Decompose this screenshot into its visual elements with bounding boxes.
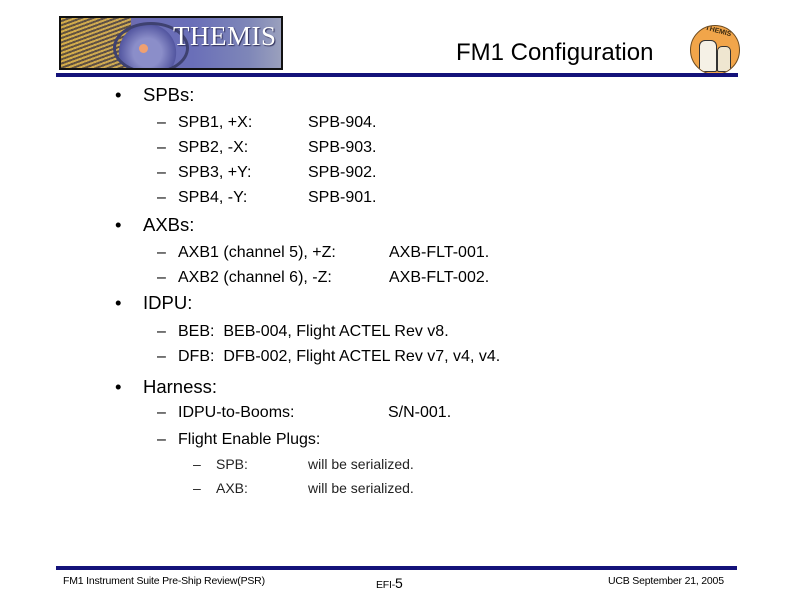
footer-date: UCB September 21, 2005 [608, 575, 724, 587]
mascot-figure-icon [699, 40, 717, 72]
section-heading-harness: Harness: [143, 376, 218, 397]
footer-divider [56, 566, 737, 570]
dash-icon: – [157, 189, 166, 206]
dash-icon: – [157, 431, 166, 448]
axb-item-value: AXB-FLT-002. [389, 269, 490, 286]
page-prefix: EFI- [376, 579, 396, 591]
plug-item-value: will be serialized. [308, 456, 414, 472]
harness-item-value: S/N-001. [388, 404, 452, 421]
plug-item-label: SPB: [216, 456, 248, 472]
page-number: 5 [395, 575, 403, 591]
axb-item-label: AXB2 (channel 6), -Z: [178, 269, 332, 286]
harness-item-label: IDPU-to-Booms: [178, 404, 295, 421]
bullet-icon: • [115, 214, 122, 235]
header-divider [56, 73, 738, 77]
earth-graphic [139, 44, 148, 53]
themis-banner-logo: THEMIS [59, 16, 283, 70]
spb-item-label: SPB1, +X: [178, 114, 253, 131]
bullet-icon: • [115, 84, 122, 105]
spb-item-label: SPB4, -Y: [178, 189, 248, 206]
spb-item-value: SPB-901. [308, 189, 377, 206]
dash-icon: – [157, 139, 166, 156]
plug-item-value: will be serialized. [308, 480, 414, 496]
plug-item-label: AXB: [216, 480, 248, 496]
dash-icon: – [157, 404, 166, 421]
bullet-icon: • [115, 292, 122, 313]
themis-mascot-logo: THEMIS [690, 25, 740, 75]
spb-item-label: SPB3, +Y: [178, 164, 252, 181]
logo-text: THEMIS [704, 25, 732, 39]
spb-item-value: SPB-903. [308, 139, 377, 156]
axb-item-value: AXB-FLT-001. [389, 244, 490, 261]
spb-item-value: SPB-904. [308, 114, 377, 131]
idpu-item-dfb: DFB: DFB-002, Flight ACTEL Rev v7, v4, v… [178, 348, 501, 365]
spb-item-label: SPB2, -X: [178, 139, 249, 156]
dash-icon: – [157, 348, 166, 365]
axb-item-label: AXB1 (channel 5), +Z: [178, 244, 336, 261]
idpu-item-beb: BEB: BEB-004, Flight ACTEL Rev v8. [178, 323, 449, 340]
spb-item-value: SPB-902. [308, 164, 377, 181]
dash-icon: – [193, 456, 201, 472]
footer-review-title: FM1 Instrument Suite Pre-Ship Review(PSR… [63, 575, 265, 587]
harness-item-label: Flight Enable Plugs: [178, 431, 321, 448]
dash-icon: – [157, 164, 166, 181]
dash-icon: – [157, 244, 166, 261]
section-heading-axbs: AXBs: [143, 214, 195, 235]
banner-title: THEMIS [173, 21, 277, 51]
dash-icon: – [157, 114, 166, 131]
section-heading-spbs: SPBs: [143, 84, 195, 105]
section-heading-idpu: IDPU: [143, 292, 193, 313]
dash-icon: – [193, 480, 201, 496]
mascot-figure-icon [717, 46, 731, 72]
slide-title: FM1 Configuration [456, 39, 654, 66]
bullet-icon: • [115, 376, 122, 397]
footer-page-number: EFI-5 [376, 575, 403, 591]
dash-icon: – [157, 323, 166, 340]
dash-icon: – [157, 269, 166, 286]
